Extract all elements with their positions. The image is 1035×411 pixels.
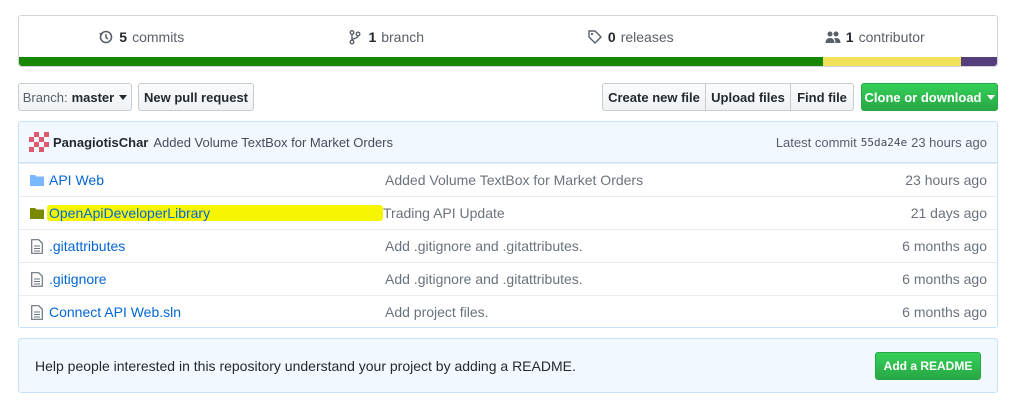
latest-commit-bar: PanagiotisChar Added Volume TextBox for … — [19, 122, 997, 163]
file-commit-message[interactable]: Add .gitignore and .gitattributes. — [385, 271, 902, 287]
file-name-link[interactable]: .gitattributes — [49, 238, 385, 254]
language-segment[interactable] — [19, 57, 823, 66]
language-segment[interactable] — [822, 57, 961, 66]
file-age: 21 days ago — [910, 205, 987, 221]
commit-message[interactable]: Added Volume TextBox for Market Orders — [153, 135, 393, 150]
file-age: 6 months ago — [902, 271, 987, 287]
file-name-link[interactable]: API Web — [49, 172, 385, 188]
avatar[interactable] — [29, 132, 49, 152]
folder-icon — [29, 172, 45, 188]
file-name-link[interactable]: OpenApiDeveloperLibrary — [47, 205, 383, 221]
file-name-link[interactable]: .gitignore — [49, 271, 385, 287]
language-bar[interactable] — [19, 57, 997, 66]
branches-link[interactable]: 1 branch — [264, 29, 509, 45]
file-commit-message[interactable]: Added Volume TextBox for Market Orders — [385, 172, 905, 188]
file-actions-group: Create new file Upload files Find file — [602, 83, 854, 111]
file-row: .gitignore Add .gitignore and .gitattrib… — [19, 262, 997, 295]
readme-banner-text: Help people interested in this repositor… — [35, 357, 576, 374]
releases-label: releases — [620, 29, 674, 45]
branches-count: 1 — [368, 29, 377, 45]
branch-icon — [349, 30, 361, 45]
contributors-link[interactable]: 1 contributor — [753, 29, 998, 45]
file-icon — [29, 238, 45, 254]
upload-files-button[interactable]: Upload files — [705, 83, 791, 111]
file-row: .gitattributes Add .gitignore and .gitat… — [19, 229, 997, 262]
commit-age: 23 hours ago — [911, 134, 987, 150]
releases-count: 0 — [607, 29, 616, 45]
clone-label: Clone or download — [864, 89, 982, 105]
commits-link[interactable]: 5 commits — [19, 29, 264, 45]
repo-summary: 5 commits 1 branch 0 releases 1 contribu… — [18, 15, 998, 67]
file-commit-message[interactable]: Trading API Update — [383, 205, 911, 221]
people-icon — [825, 31, 841, 43]
file-age: 23 hours ago — [905, 172, 987, 188]
branch-prefix: Branch: — [22, 89, 68, 105]
releases-link[interactable]: 0 releases — [508, 29, 753, 45]
commits-label: commits — [132, 29, 185, 45]
contributors-count: 1 — [845, 29, 854, 45]
find-file-button[interactable]: Find file — [790, 83, 854, 111]
file-age: 6 months ago — [902, 238, 987, 254]
file-commit-message[interactable]: Add project files. — [385, 304, 902, 320]
file-name-link[interactable]: Connect API Web.sln — [49, 304, 385, 320]
file-table: PanagiotisChar Added Volume TextBox for … — [18, 121, 998, 328]
readme-banner: Help people interested in this repositor… — [18, 338, 998, 393]
latest-commit-info: Latest commit 55da24e 23 hours ago — [776, 135, 987, 150]
new-pull-request-button[interactable]: New pull request — [138, 83, 254, 111]
latest-commit-prefix: Latest commit — [775, 134, 857, 150]
tag-icon — [588, 30, 602, 44]
commits-count: 5 — [119, 29, 128, 45]
file-commit-message[interactable]: Add .gitignore and .gitattributes. — [385, 238, 902, 254]
create-new-file-button[interactable]: Create new file — [602, 83, 706, 111]
file-icon — [29, 304, 45, 320]
branch-select-button[interactable]: Branch: master — [18, 83, 132, 111]
add-readme-button[interactable]: Add a README — [875, 351, 981, 380]
language-segment[interactable] — [960, 57, 997, 66]
history-icon — [99, 30, 113, 44]
branches-label: branch — [381, 29, 425, 45]
clone-or-download-button[interactable]: Clone or download — [861, 83, 998, 111]
file-row: OpenApiDeveloperLibrary Trading API Upda… — [19, 196, 997, 229]
folder-icon — [29, 205, 45, 221]
file-icon — [29, 271, 45, 287]
branch-name: master — [71, 89, 115, 105]
commit-author[interactable]: PanagiotisChar — [53, 135, 148, 150]
file-row: Connect API Web.sln Add project files. 6… — [19, 295, 997, 327]
file-row: API Web Added Volume TextBox for Market … — [19, 163, 997, 196]
contributors-label: contributor — [858, 29, 925, 45]
caret-down-icon — [986, 94, 995, 100]
caret-down-icon — [119, 94, 128, 100]
commit-sha[interactable]: 55da24e — [861, 136, 907, 149]
file-age: 6 months ago — [902, 304, 987, 320]
